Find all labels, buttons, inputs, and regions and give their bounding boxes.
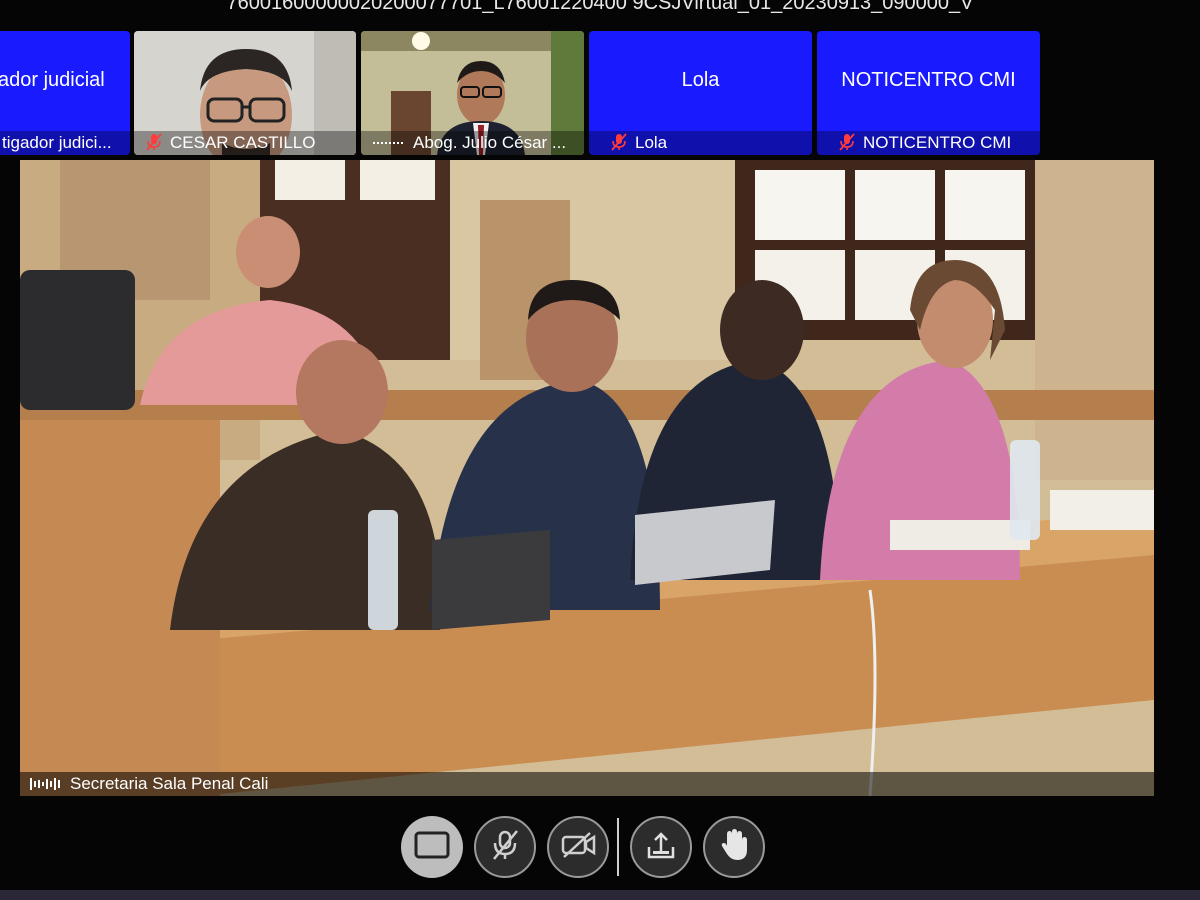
participant-caption-text: Lola bbox=[635, 133, 668, 152]
screen-icon bbox=[414, 831, 450, 864]
participant-name: NOTICENTRO CMI bbox=[841, 69, 1016, 91]
bottom-bar bbox=[0, 890, 1200, 900]
hand-icon bbox=[719, 828, 749, 867]
raise-hand-button[interactable] bbox=[703, 816, 765, 878]
main-speaker-video[interactable] bbox=[20, 160, 1154, 796]
participant-caption: tigador judici... bbox=[0, 131, 130, 155]
participant-caption-text: tigador judici... bbox=[2, 133, 112, 152]
meeting-toolbar bbox=[0, 812, 1200, 882]
video-off-icon bbox=[560, 831, 596, 864]
participant-caption: Lola bbox=[589, 131, 812, 155]
participant-caption-text: NOTICENTRO CMI bbox=[863, 133, 1012, 152]
mic-off-icon bbox=[839, 133, 855, 151]
audio-wave-icon bbox=[30, 775, 64, 791]
participant-caption: NOTICENTRO CMI bbox=[817, 131, 1040, 155]
courtroom-scene bbox=[20, 160, 1154, 796]
participant-name: Lola bbox=[681, 69, 720, 91]
participant-tile-cesar-castillo[interactable]: CESAR CASTILLO bbox=[134, 31, 356, 155]
audio-wave-icon bbox=[373, 134, 407, 150]
participant-tile-investigador[interactable]: ador judicial tigador judici... bbox=[0, 31, 130, 155]
participant-name: ador judicial bbox=[0, 69, 105, 91]
participant-tile-julio-cesar[interactable]: Abog. Julio César ... bbox=[361, 31, 584, 155]
meeting-title: 76001600000020200077701_L76001220400 9CS… bbox=[226, 0, 974, 14]
participant-tile-lola[interactable]: Lola Lola bbox=[589, 31, 812, 155]
main-speaker-name: Secretaria Sala Penal Cali bbox=[70, 774, 269, 793]
camera-off-button[interactable] bbox=[547, 816, 609, 878]
mute-mic-button[interactable] bbox=[474, 816, 536, 878]
mic-off-icon bbox=[490, 829, 520, 866]
main-speaker-caption: Secretaria Sala Penal Cali bbox=[20, 772, 1154, 796]
upload-icon bbox=[645, 829, 677, 866]
share-screen-button[interactable] bbox=[401, 816, 463, 878]
participant-caption: Abog. Julio César ... bbox=[361, 131, 584, 155]
participant-caption-text: Abog. Julio César ... bbox=[413, 133, 567, 152]
participant-caption-text: CESAR CASTILLO bbox=[170, 133, 316, 152]
participant-caption: CESAR CASTILLO bbox=[134, 131, 356, 155]
toolbar-divider bbox=[617, 818, 619, 876]
mic-off-icon bbox=[146, 133, 162, 151]
share-content-button[interactable] bbox=[630, 816, 692, 878]
participant-tile-noticentro[interactable]: NOTICENTRO CMI NOTICENTRO CMI bbox=[817, 31, 1040, 155]
mic-off-icon bbox=[611, 133, 627, 151]
